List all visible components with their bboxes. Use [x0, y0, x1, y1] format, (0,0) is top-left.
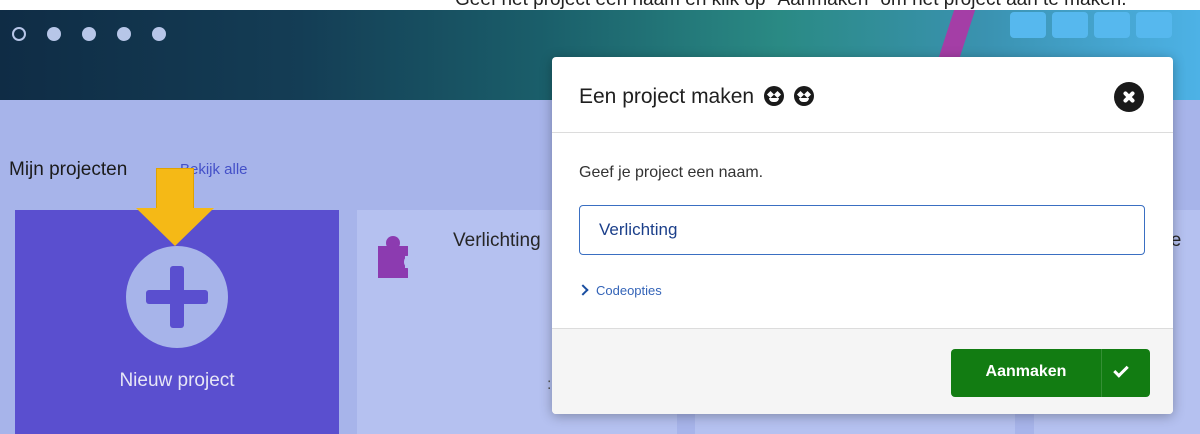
check-icon: [1113, 362, 1129, 378]
dialog-title-text: Een project maken: [579, 85, 755, 108]
create-button[interactable]: Aanmaken: [951, 349, 1150, 397]
section-title: Mijn projecten: [9, 159, 128, 180]
button-divider: [1101, 349, 1102, 397]
name-prompt: Geef je project een naam.: [579, 164, 764, 181]
code-options-toggle[interactable]: Codeopties: [577, 283, 662, 298]
chevron-right-icon: [577, 284, 589, 296]
close-icon[interactable]: [1114, 82, 1144, 112]
led-matrix-image: [1008, 10, 1200, 50]
carousel-dot[interactable]: [82, 27, 96, 41]
makecode-home: Geef het project een naam en klik op "Aa…: [0, 0, 1200, 434]
project-menu-icon[interactable]: :: [547, 376, 551, 394]
carousel-dots: [12, 27, 166, 41]
code-options-label: Codeopties: [596, 283, 662, 298]
create-button-label: Aanmaken: [985, 363, 1067, 380]
dialog-header: Een project maken: [552, 57, 1173, 133]
create-project-dialog: Een project maken Geef je project een na…: [552, 57, 1173, 414]
tutorial-caption: Geef het project een naam en klik op "Aa…: [0, 0, 1200, 10]
project-title: Verlichting: [453, 230, 541, 251]
new-project-label: Nieuw project: [119, 370, 235, 391]
caption-text: Geef het project een naam en klik op "Aa…: [455, 0, 1127, 10]
carousel-dot[interactable]: [117, 27, 131, 41]
carousel-dot[interactable]: [152, 27, 166, 41]
heart-eyes-emoji-icon: [793, 86, 814, 106]
carousel-dot-active[interactable]: [12, 27, 26, 41]
puzzle-icon: [378, 236, 418, 278]
plus-icon: [126, 246, 228, 348]
highlight-arrow-head: [136, 208, 214, 246]
heart-eyes-emoji-icon: [763, 86, 784, 106]
dialog-title: Een project maken: [579, 83, 814, 109]
project-name-input[interactable]: [579, 205, 1145, 255]
highlight-arrow-icon: [156, 168, 194, 212]
dialog-footer: Aanmaken: [552, 328, 1173, 414]
carousel-dot[interactable]: [47, 27, 61, 41]
